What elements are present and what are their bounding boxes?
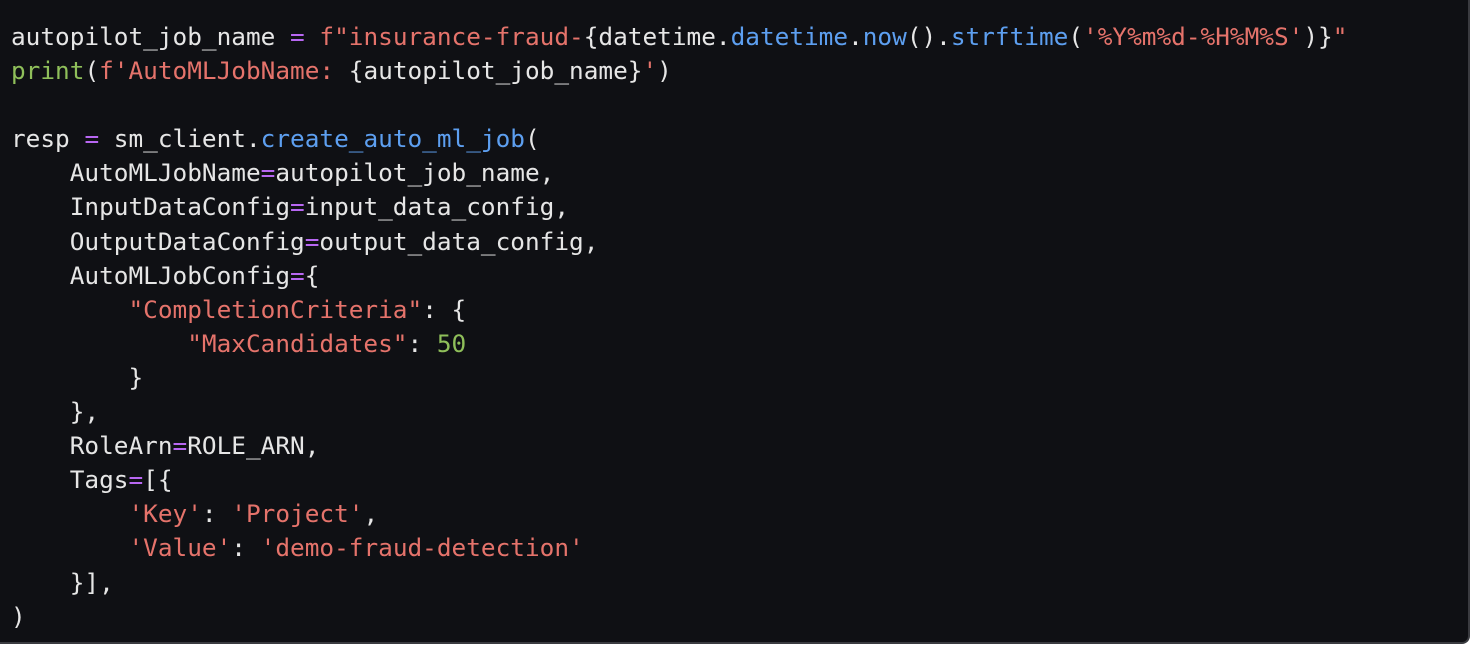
code-token: ' <box>642 56 658 86</box>
code-token: )} <box>1303 22 1333 51</box>
code-token: AutoMLJobConfig <box>11 260 291 290</box>
code-token: autopilot_job_name, <box>275 158 555 188</box>
code-token: ( <box>1068 22 1084 51</box>
code-line: InputDataConfig=input_data_config, <box>11 190 1347 224</box>
code-token: }], <box>11 567 114 597</box>
code-token: Tags <box>11 465 129 495</box>
code-token: 50 <box>436 328 467 358</box>
code-token: 'demo-fraud-detection' <box>260 533 584 563</box>
code-token: AutoMLJobName <box>11 158 261 188</box>
code-token: , <box>363 499 379 529</box>
code-token: resp <box>11 124 85 154</box>
code-token: InputDataConfig <box>11 192 291 222</box>
code-line: RoleArn=ROLE_ARN, <box>11 429 1347 463</box>
code-token: (). <box>906 22 951 51</box>
code-token: now <box>862 22 907 51</box>
code-line: 'Value': 'demo-fraud-detection' <box>11 531 1347 565</box>
code-token: = <box>290 192 305 222</box>
code-token: : <box>201 499 232 529</box>
code-token: } <box>11 362 144 392</box>
code-token: "CompletionCriteria" <box>128 294 423 324</box>
code-token: 'Project' <box>231 499 364 529</box>
code-token: autopilot_job_name <box>11 22 291 51</box>
code-token: OutputDataConfig <box>11 226 305 256</box>
code-token: = <box>84 124 100 154</box>
code-block: autopilot_job_name = f"insurance-fraud-{… <box>11 20 1347 634</box>
code-token: = <box>290 22 305 51</box>
code-token: "MaxCandidates" <box>187 328 408 358</box>
code-line: "MaxCandidates": 50 <box>11 327 1347 361</box>
code-token: ( <box>84 56 100 86</box>
code-token: 'Key' <box>128 499 202 529</box>
code-token: [{ <box>143 465 173 495</box>
code-token: create_auto_ml_job <box>260 124 525 154</box>
code-token: input_data_config, <box>304 192 570 222</box>
code-line: print(f'AutoMLJobName: {autopilot_job_na… <box>11 54 1347 88</box>
code-token: = <box>290 260 305 290</box>
code-token: . <box>848 22 863 51</box>
code-line: OutputDataConfig=output_data_config, <box>11 225 1347 259</box>
code-line: } <box>11 361 1347 395</box>
code-token: strftime <box>950 22 1069 51</box>
code-line: Tags=[{ <box>11 463 1347 497</box>
code-line: "CompletionCriteria": { <box>11 293 1347 327</box>
code-line: autopilot_job_name = f"insurance-fraud-{… <box>11 20 1347 54</box>
code-token: f'AutoMLJobName: <box>99 56 349 86</box>
code-token: 'Value' <box>128 533 232 563</box>
code-line: AutoMLJobConfig={ <box>11 259 1347 293</box>
code-token: " <box>1332 22 1348 51</box>
code-line: }, <box>11 395 1347 429</box>
code-token: ) <box>657 56 672 86</box>
code-token: { <box>304 260 320 290</box>
code-token: : <box>231 533 261 563</box>
code-token: = <box>128 465 144 495</box>
code-token: '%Y%m%d-%H%M%S' <box>1083 22 1304 51</box>
code-token: ) <box>11 601 26 631</box>
code-line: ) <box>11 600 1347 634</box>
code-line: resp = sm_client.create_auto_ml_job( <box>11 122 1347 156</box>
code-token: {autopilot_job_name} <box>348 56 643 86</box>
code-token: datetime <box>730 22 849 51</box>
code-token: = <box>304 226 320 256</box>
code-token: f"insurance-fraud- <box>319 22 584 51</box>
code-token: }, <box>11 397 100 427</box>
code-token: = <box>260 158 276 188</box>
code-token: : <box>407 328 437 358</box>
code-line: AutoMLJobName=autopilot_job_name, <box>11 156 1347 190</box>
code-token: sm_client. <box>99 124 261 154</box>
code-line: }], <box>11 566 1347 600</box>
code-token: : { <box>422 294 467 324</box>
code-token: output_data_config, <box>319 226 599 256</box>
code-token: = <box>172 431 188 461</box>
code-line: 'Key': 'Project', <box>11 497 1347 531</box>
code-token: RoleArn <box>11 431 173 461</box>
code-token: ROLE_ARN, <box>187 431 320 461</box>
code-token: ( <box>524 124 540 154</box>
code-editor: autopilot_job_name = f"insurance-fraud-{… <box>0 0 1470 644</box>
code-token: {datetime. <box>583 22 731 51</box>
code-token: print <box>11 56 85 86</box>
